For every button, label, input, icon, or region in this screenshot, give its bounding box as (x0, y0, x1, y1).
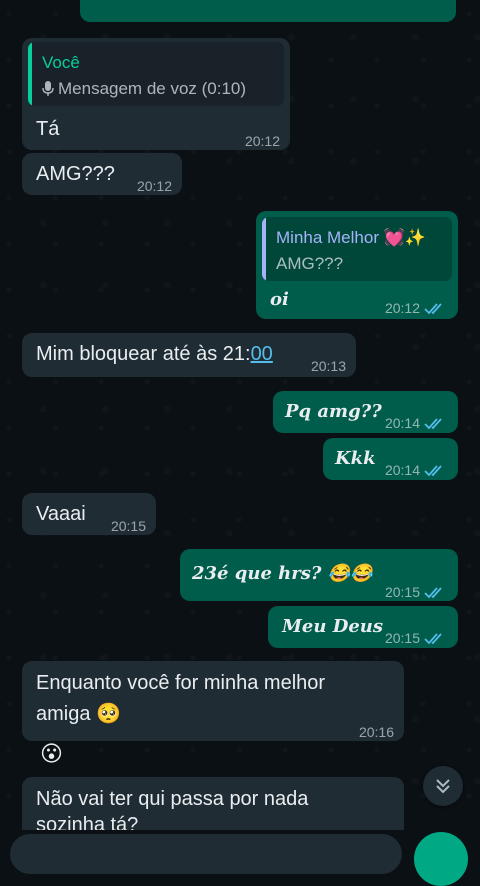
double-check-icon (424, 303, 442, 315)
reply-sender-name: Minha Melhor 💓✨ (276, 228, 427, 247)
scroll-to-bottom-button[interactable] (423, 766, 463, 806)
message-text: Pq amg?? (285, 401, 382, 422)
message-time: 20:12 (136, 178, 172, 194)
message-time: 20:15 (384, 630, 420, 646)
time-link[interactable]: 00 (251, 343, 273, 365)
voice-record-button[interactable] (414, 832, 468, 886)
incoming-message-bubble[interactable]: Enquanto você for minha melhor amiga 🥺 2… (22, 661, 404, 741)
quoted-reply[interactable]: Você Mensagem de voz (0:10) (28, 42, 284, 106)
outgoing-message-bubble[interactable]: Meu Deus 20:15 (268, 606, 458, 648)
message-text: 23é que hrs? 😂😂 (192, 563, 373, 584)
mic-icon (42, 81, 54, 96)
message-time: 20:16 (358, 724, 394, 740)
message-text-line-2: amiga 🥺 (36, 703, 121, 725)
message-text: oi (270, 289, 289, 310)
message-text: Kkk (335, 448, 376, 469)
message-text: Mim bloquear até às 21:00 (36, 341, 273, 367)
message-text-line-1: Não vai ter qui passa por nada (36, 788, 309, 810)
message-time: 20:15 (384, 584, 420, 600)
message-meta: 20:14 (385, 410, 446, 436)
reply-preview-text: AMG??? (276, 254, 344, 273)
message-time: 20:12 (244, 133, 280, 149)
message-text-line-1: Enquanto você for minha melhor (36, 672, 326, 694)
outgoing-message-bubble[interactable]: Pq amg?? 20:14 (273, 391, 458, 433)
message-meta: 20:15 (385, 625, 446, 651)
message-meta: 20:14 (385, 457, 446, 483)
message-text: Tá (36, 118, 60, 140)
message-time: 20:13 (310, 358, 346, 374)
message-time: 20:14 (384, 415, 420, 431)
reply-preview: Mensagem de voz (0:10) (42, 76, 246, 102)
message-time: 20:14 (384, 462, 420, 478)
incoming-message-bubble[interactable]: Você Mensagem de voz (0:10) Tá 20:12 (22, 38, 290, 150)
message-text: Meu Deus (282, 616, 384, 637)
double-check-icon (424, 587, 442, 599)
message-text-body: Mim bloquear até às 21: (36, 343, 251, 365)
message-input[interactable] (10, 834, 402, 874)
message-text: AMG??? (36, 163, 115, 185)
outgoing-message-bubble[interactable]: Kkk 20:14 (323, 438, 458, 480)
outgoing-message-bubble[interactable]: 23é que hrs? 😂😂 20:15 (180, 549, 458, 601)
previous-message-fragment (80, 0, 456, 22)
reply-preview-text: Mensagem de voz (0:10) (58, 79, 247, 98)
emoji-message[interactable]: 😮 (40, 741, 63, 767)
incoming-message-bubble[interactable]: AMG??? 20:12 (22, 153, 182, 195)
quoted-reply[interactable]: Minha Melhor 💓✨ AMG??? (262, 217, 452, 281)
reply-sender-name: Você (42, 53, 80, 72)
double-check-icon (424, 418, 442, 430)
double-chevron-down-icon (436, 779, 450, 794)
outgoing-message-bubble[interactable]: Minha Melhor 💓✨ AMG??? oi 20:12 (256, 211, 458, 319)
incoming-message-bubble[interactable]: Vaaai 20:15 (22, 493, 156, 535)
reply-accent-bar (28, 42, 32, 106)
double-check-icon (424, 633, 442, 645)
message-time: 20:15 (110, 518, 146, 534)
incoming-message-bubble[interactable]: Mim bloquear até às 21:00 20:13 (22, 333, 356, 377)
message-text: Vaaai (36, 503, 86, 525)
message-meta: 20:15 (385, 579, 446, 605)
message-meta: 20:12 (385, 295, 446, 321)
message-time: 20:12 (384, 300, 420, 316)
reply-accent-bar (262, 217, 266, 281)
double-check-icon (424, 465, 442, 477)
